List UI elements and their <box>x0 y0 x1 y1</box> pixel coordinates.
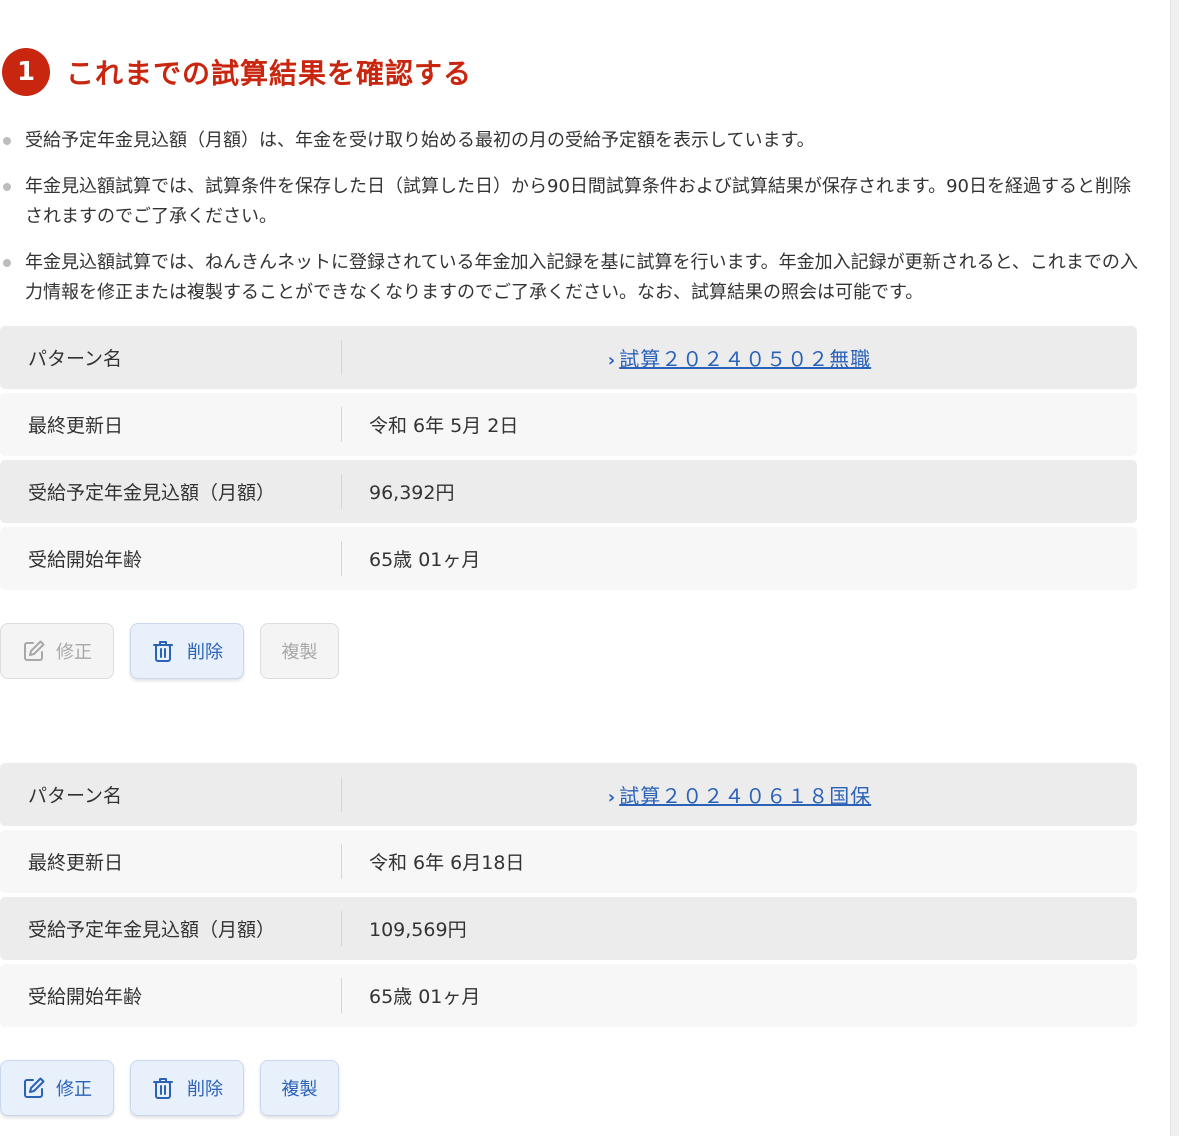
start-age-value: 65歳 01ヶ月 <box>369 986 481 1008</box>
edit-button-label: 修正 <box>56 1079 92 1100</box>
trash-icon <box>151 639 175 663</box>
pattern-name-value: › 試算２０２４０６１８国保 <box>342 780 1137 809</box>
monthly-amount-row: 受給予定年金見込額（月額） 109,569円 <box>0 897 1137 960</box>
last-updated-label: 最終更新日 <box>0 393 342 456</box>
edit-button-label: 修正 <box>56 642 92 663</box>
pattern-name-row: パターン名 › 試算２０２４０６１８国保 <box>0 763 1137 826</box>
note-item: 年金見込額試算では、ねんきんネットに登録されている年金加入記録を基に試算を行いま… <box>0 248 1140 308</box>
edit-icon <box>22 1076 46 1100</box>
scrollbar-track[interactable] <box>1170 0 1179 1136</box>
edit-button[interactable]: 修正 <box>0 623 114 679</box>
chevron-right-icon: › <box>607 350 616 371</box>
result-card-2: パターン名 › 試算２０２４０６１８国保 最終更新日 令和 6年 6月18日 受給… <box>0 763 1137 1031</box>
pattern-name-row: パターン名 › 試算２０２４０５０２無職 <box>0 326 1137 389</box>
monthly-amount-value: 109,569円 <box>369 919 467 941</box>
edit-button[interactable]: 修正 <box>0 1060 114 1116</box>
monthly-amount-row: 受給予定年金見込額（月額） 96,392円 <box>0 460 1137 523</box>
pattern-name-label: パターン名 <box>0 763 342 826</box>
last-updated-label: 最終更新日 <box>0 830 342 893</box>
trash-icon <box>151 1076 175 1100</box>
start-age-value: 65歳 01ヶ月 <box>369 549 481 571</box>
result-actions-2: 修正 削除 複製 <box>0 1060 355 1116</box>
start-age-row: 受給開始年齢 65歳 01ヶ月 <box>0 964 1137 1027</box>
delete-button-label: 削除 <box>187 642 223 663</box>
result-card-1: パターン名 › 試算２０２４０５０２無職 最終更新日 令和 6年 5月 2日 受給… <box>0 326 1137 594</box>
section-title: これまでの試算結果を確認する <box>66 57 473 90</box>
result-actions-1: 修正 削除 複製 <box>0 623 355 679</box>
start-age-label: 受給開始年齢 <box>0 527 342 590</box>
bullet-icon <box>3 137 11 145</box>
delete-button[interactable]: 削除 <box>130 623 244 679</box>
section-heading: 1 これまでの試算結果を確認する <box>2 48 472 96</box>
last-updated-row: 最終更新日 令和 6年 6月18日 <box>0 830 1137 893</box>
pattern-name-link[interactable]: 試算２０２４０５０２無職 <box>619 347 871 371</box>
step-number-badge: 1 <box>2 48 50 96</box>
note-item: 年金見込額試算では、試算条件を保存した日（試算した日）から90日間試算条件および… <box>0 172 1140 232</box>
monthly-amount-value: 96,392円 <box>369 482 455 504</box>
start-age-row: 受給開始年齢 65歳 01ヶ月 <box>0 527 1137 590</box>
start-age-label: 受給開始年齢 <box>0 964 342 1027</box>
monthly-amount-label: 受給予定年金見込額（月額） <box>0 460 342 523</box>
chevron-right-icon: › <box>607 787 616 808</box>
last-updated-value: 令和 6年 5月 2日 <box>369 415 519 437</box>
page: 1 これまでの試算結果を確認する 受給予定年金見込額（月額）は、年金を受け取り始… <box>0 0 1179 1136</box>
pattern-name-label: パターン名 <box>0 326 342 389</box>
bullet-icon <box>3 183 11 191</box>
note-item: 受給予定年金見込額（月額）は、年金を受け取り始める最初の月の受給予定額を表示して… <box>0 126 1140 156</box>
pattern-name-link[interactable]: 試算２０２４０６１８国保 <box>619 784 871 808</box>
delete-button[interactable]: 削除 <box>130 1060 244 1116</box>
last-updated-row: 最終更新日 令和 6年 5月 2日 <box>0 393 1137 456</box>
monthly-amount-label: 受給予定年金見込額（月額） <box>0 897 342 960</box>
duplicate-button-label: 複製 <box>281 1079 318 1100</box>
edit-icon <box>22 639 46 663</box>
duplicate-button[interactable]: 複製 <box>260 1060 339 1116</box>
pattern-name-value: › 試算２０２４０５０２無職 <box>342 343 1137 372</box>
bullet-icon <box>3 259 11 267</box>
notes-list: 受給予定年金見込額（月額）は、年金を受け取り始める最初の月の受給予定額を表示して… <box>0 126 1140 324</box>
duplicate-button[interactable]: 複製 <box>260 623 339 679</box>
delete-button-label: 削除 <box>187 1079 223 1100</box>
duplicate-button-label: 複製 <box>281 642 318 663</box>
last-updated-value: 令和 6年 6月18日 <box>369 852 525 874</box>
